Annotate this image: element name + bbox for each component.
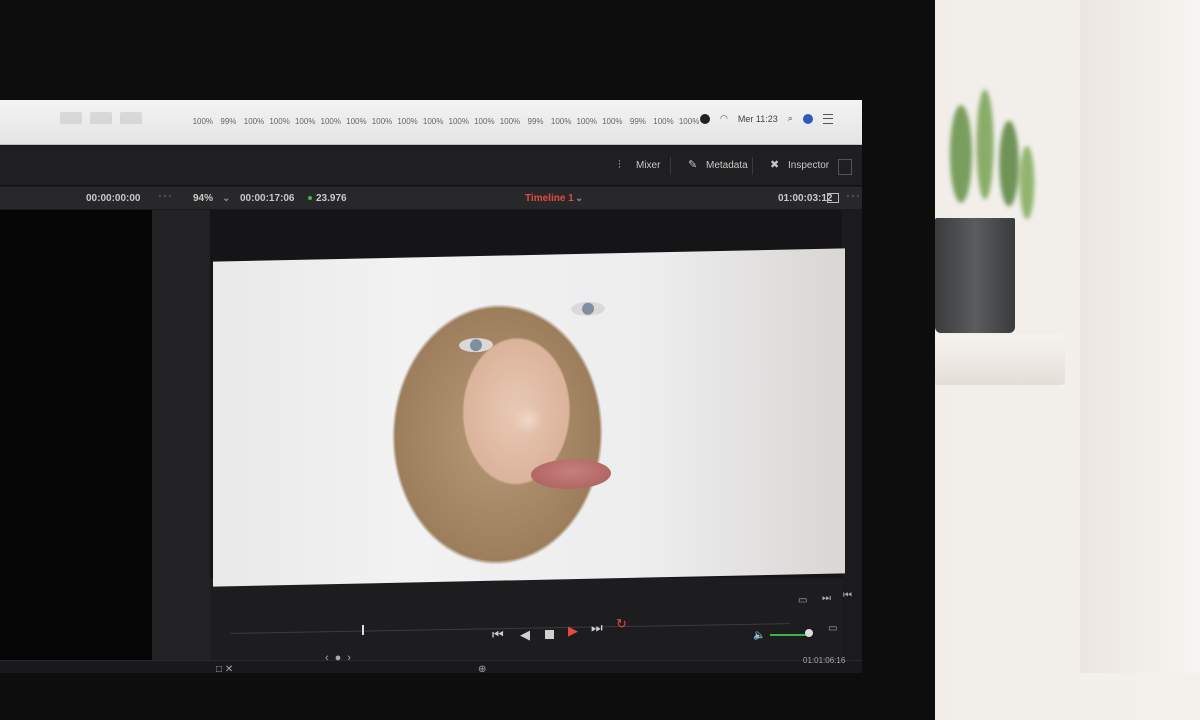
cpu-stat: 100% <box>602 117 623 126</box>
add-track-icon[interactable]: ⊕ <box>478 664 486 675</box>
play-icon[interactable]: ▶ <box>568 623 578 639</box>
nose <box>513 404 543 436</box>
mixer-label: Mixer <box>636 160 661 171</box>
cpu-stat: 100% <box>550 117 572 126</box>
volume-knob[interactable] <box>805 629 813 637</box>
chevron-down-icon[interactable]: ⌄ <box>222 193 230 204</box>
inspector-label: Inspector <box>788 160 830 171</box>
viewer-options-icon[interactable]: ··· <box>846 188 861 202</box>
cpu-stat: 100% <box>397 117 418 126</box>
volume-icon[interactable]: 🔈 <box>753 630 765 641</box>
volume-slider[interactable] <box>770 634 810 636</box>
cpu-stat: 100% <box>371 117 393 126</box>
shelf <box>930 335 1065 385</box>
panel-divider <box>152 210 210 673</box>
toolbar-divider <box>670 157 671 175</box>
source-timecode: 00:00:00:00 <box>86 193 141 204</box>
status-icon[interactable] <box>90 112 112 124</box>
status-icon[interactable] <box>120 112 142 124</box>
cpu-stat: 100% <box>499 117 521 126</box>
playhead[interactable] <box>362 625 364 635</box>
mixer-icon: ⫶ <box>618 159 621 171</box>
spotlight-icon[interactable]: ⌕ <box>788 113 793 124</box>
framerate: 23.976 <box>308 193 347 204</box>
duration-timecode: 00:00:17:06 <box>240 193 295 204</box>
source-viewer[interactable] <box>0 210 152 673</box>
cpu-stat: 100% <box>243 117 265 126</box>
background-wall <box>1080 0 1200 673</box>
stop-icon[interactable] <box>545 630 554 639</box>
source-options-icon[interactable]: ··· <box>158 188 173 202</box>
framerate-value: 23.976 <box>316 193 347 204</box>
menu-bar: 100% 99% 100% 100% 100% 100% 100% 100% 1… <box>0 100 862 145</box>
timeline-view-icon[interactable]: □ ✕ <box>216 664 233 675</box>
bottom-timecode: 01:01:06:16 <box>803 656 846 665</box>
mixer-button[interactable]: ⫶ Mixer <box>618 159 661 172</box>
metadata-button[interactable]: ✎ Metadata <box>688 159 748 172</box>
last-frame-icon[interactable]: ⏮ <box>843 590 852 601</box>
viewer-size-icon[interactable] <box>827 193 839 203</box>
siri-icon[interactable] <box>802 113 813 124</box>
cpu-stat: 100% <box>576 117 597 126</box>
left-eye <box>459 337 493 353</box>
loop-icon[interactable]: ↻ <box>616 616 627 632</box>
metadata-label: Metadata <box>706 160 748 171</box>
zoom-level[interactable]: 94% <box>193 193 213 204</box>
panel-toggle-icon[interactable] <box>838 159 852 175</box>
chevron-down-icon[interactable]: ⌄ <box>575 193 583 204</box>
cpu-stat: 100% <box>192 117 214 126</box>
skip-to-end-icon[interactable]: ⏭ <box>591 620 603 636</box>
transport-area <box>210 578 842 673</box>
cpu-stats: 100% 99% 100% 100% 100% 100% 100% 100% 1… <box>190 117 702 126</box>
cpu-stat: 99% <box>220 117 237 126</box>
resolve-toolbar: ⫶ Mixer ✎ Metadata ✖ Inspector <box>0 147 862 186</box>
cpu-stat: 100% <box>422 117 444 126</box>
toolbar-divider <box>752 157 753 175</box>
jog-control[interactable]: ‹●› <box>325 652 357 664</box>
timeline-header-strip <box>0 660 862 673</box>
audio-meter-icon[interactable]: ▭ <box>828 623 837 634</box>
menubar-right: ◠ Mer 11:23 ⌕ <box>700 113 833 124</box>
status-icon[interactable] <box>60 112 82 124</box>
inspector-icon: ✖ <box>770 159 780 171</box>
cpu-stat: 100% <box>294 117 316 126</box>
cpu-stat: 100% <box>678 117 700 126</box>
cpu-stat: 100% <box>653 117 674 126</box>
skip-to-start-icon[interactable]: ⏮ <box>492 627 504 643</box>
cpu-stat: 100% <box>474 117 495 126</box>
inspector-button[interactable]: ✖ Inspector <box>770 159 830 172</box>
timeline-timecode: 01:00:03:12 <box>778 193 833 204</box>
cpu-stat: 100% <box>269 117 290 126</box>
menubar-left-icons <box>60 112 142 124</box>
play-reverse-icon[interactable]: ◀ <box>520 627 530 643</box>
right-eye <box>571 301 605 317</box>
plant-leaves <box>925 40 1045 230</box>
next-edit-icon[interactable]: ⏭ <box>822 593 831 604</box>
viewer-info-bar: 00:00:00:00 ··· 94% ⌄ 00:00:17:06 23.976… <box>0 187 862 209</box>
video-frame <box>213 248 845 587</box>
app-status-icon[interactable] <box>700 113 710 124</box>
cpu-stat: 100% <box>320 117 341 126</box>
plant-pot <box>935 218 1015 333</box>
notification-center-icon[interactable] <box>822 113 833 124</box>
cpu-stat: 99% <box>629 117 646 126</box>
cpu-stat: 100% <box>346 117 367 126</box>
match-frame-icon[interactable]: ▭ <box>798 595 807 606</box>
metadata-icon: ✎ <box>688 159 698 171</box>
clock[interactable]: Mer 11:23 <box>738 114 778 124</box>
wifi-icon[interactable]: ◠ <box>720 113 728 124</box>
cpu-stat: 100% <box>448 117 469 126</box>
timeline-name[interactable]: Timeline 1 <box>525 193 574 204</box>
lips <box>531 458 611 490</box>
cpu-stat: 99% <box>527 117 544 126</box>
framerate-indicator <box>308 196 312 201</box>
